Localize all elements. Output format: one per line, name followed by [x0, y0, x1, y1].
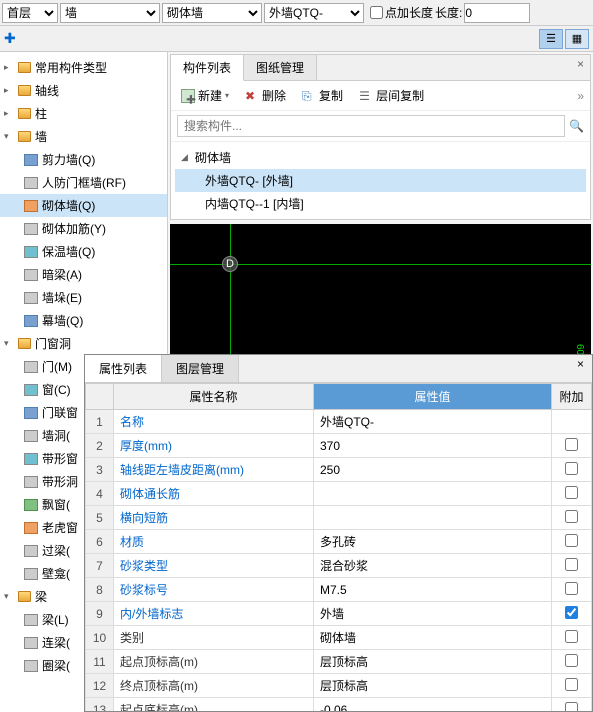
col-add: 附加 — [552, 384, 592, 410]
second-toolbar: ✚ ☰ ▦ — [0, 26, 593, 52]
more-icon[interactable]: » — [577, 89, 584, 103]
tree-item[interactable]: 剪力墙(Q) — [0, 148, 167, 171]
tree-item[interactable]: 暗梁(A) — [0, 263, 167, 286]
tab-properties[interactable]: 属性列表 — [85, 355, 162, 382]
property-row[interactable]: 13起点底标高(m)-0.06 — [86, 698, 592, 712]
property-row[interactable]: 11起点顶标高(m)层顶标高 — [86, 650, 592, 674]
property-row[interactable]: 12终点顶标高(m)层顶标高 — [86, 674, 592, 698]
tree-common-types[interactable]: ▸常用构件类型 — [0, 56, 167, 79]
property-row[interactable]: 5横向短筋 — [86, 506, 592, 530]
point-add-length[interactable]: 点加长度 — [370, 4, 433, 21]
component-list: ◢砌体墙 外墙QTQ- [外墙]内墙QTQ--1 [内墙] — [171, 142, 590, 219]
property-row[interactable]: 6材质多孔砖 — [86, 530, 592, 554]
search-input[interactable] — [177, 115, 565, 137]
add-checkbox[interactable] — [565, 438, 578, 451]
tree-item[interactable]: 砌体墙(Q) — [0, 194, 167, 217]
tree-item[interactable]: 墙垛(E) — [0, 286, 167, 309]
component-list-panel: 构件列表 图纸管理 × 新建▾ ✖删除 ⎘复制 ☰层间复制 » 🔍 ◢砌体墙 外… — [170, 54, 591, 220]
copy-button[interactable]: ⎘复制 — [298, 85, 347, 106]
add-checkbox[interactable] — [565, 654, 578, 667]
layer-copy-button[interactable]: ☰层间复制 — [355, 85, 428, 106]
property-panel: 属性列表 图层管理 × 属性名称 属性值 附加 1名称外墙QTQ-2厚度(mm)… — [84, 354, 593, 712]
property-row[interactable]: 7砂浆类型混合砂浆 — [86, 554, 592, 578]
point-add-label: 点加长度 — [385, 4, 433, 21]
length-input[interactable] — [464, 3, 530, 23]
property-row[interactable]: 1名称外墙QTQ- — [86, 410, 592, 434]
tree-wall[interactable]: ▾墙 — [0, 125, 167, 148]
add-checkbox[interactable] — [565, 558, 578, 571]
category2-select[interactable]: 砌体墙 — [162, 3, 262, 23]
length-label: 长度: — [435, 4, 462, 21]
property-row[interactable]: 3轴线距左墙皮距离(mm)250 — [86, 458, 592, 482]
top-toolbar: 首层 墙 砌体墙 外墙QTQ- 点加长度 长度: — [0, 0, 593, 26]
add-checkbox[interactable] — [565, 630, 578, 643]
view-grid-button[interactable]: ▦ — [565, 29, 589, 49]
tab-layer-manage[interactable]: 图层管理 — [162, 355, 239, 382]
property-row[interactable]: 2厚度(mm)370 — [86, 434, 592, 458]
col-name: 属性名称 — [114, 384, 314, 410]
close-icon[interactable]: × — [569, 355, 592, 382]
property-row[interactable]: 9内/外墙标志外墙 — [86, 602, 592, 626]
point-add-checkbox[interactable] — [370, 6, 383, 19]
close-icon[interactable]: × — [571, 55, 590, 80]
add-icon[interactable]: ✚ — [4, 30, 16, 47]
tree-axis[interactable]: ▸轴线 — [0, 79, 167, 102]
component-select[interactable]: 外墙QTQ- — [264, 3, 364, 23]
tree-column[interactable]: ▸柱 — [0, 102, 167, 125]
add-checkbox[interactable] — [565, 702, 578, 712]
new-button[interactable]: 新建▾ — [177, 85, 233, 106]
tree-door-window[interactable]: ▾门窗洞 — [0, 332, 167, 355]
tree-item[interactable]: 人防门框墙(RF) — [0, 171, 167, 194]
add-checkbox[interactable] — [565, 486, 578, 499]
add-checkbox[interactable] — [565, 582, 578, 595]
property-row[interactable]: 10类别砌体墙 — [86, 626, 592, 650]
add-checkbox[interactable] — [565, 678, 578, 691]
property-table: 属性名称 属性值 附加 1名称外墙QTQ-2厚度(mm)3703轴线距左墙皮距离… — [85, 383, 592, 711]
view-list-button[interactable]: ☰ — [539, 29, 563, 49]
tree-item[interactable]: 幕墙(Q) — [0, 309, 167, 332]
floor-select[interactable]: 首层 — [2, 3, 58, 23]
search-icon[interactable]: 🔍 — [569, 119, 584, 133]
tree-item[interactable]: 保温墙(Q) — [0, 240, 167, 263]
list-root[interactable]: ◢砌体墙 — [175, 146, 586, 169]
add-checkbox[interactable] — [565, 510, 578, 523]
tab-component-list[interactable]: 构件列表 — [171, 55, 244, 81]
axis-label-d: D — [222, 256, 238, 272]
category1-select[interactable]: 墙 — [60, 3, 160, 23]
property-row[interactable]: 8砂浆标号M7.5 — [86, 578, 592, 602]
delete-button[interactable]: ✖删除 — [241, 85, 290, 106]
col-value: 属性值 — [314, 384, 552, 410]
property-row[interactable]: 4砌体通长筋 — [86, 482, 592, 506]
add-checkbox[interactable] — [565, 606, 578, 619]
tab-drawing-manage[interactable]: 图纸管理 — [244, 55, 317, 80]
add-checkbox[interactable] — [565, 462, 578, 475]
add-checkbox[interactable] — [565, 534, 578, 547]
list-item[interactable]: 外墙QTQ- [外墙] — [175, 169, 586, 192]
tree-item[interactable]: 砌体加筋(Y) — [0, 217, 167, 240]
list-item[interactable]: 内墙QTQ--1 [内墙] — [175, 192, 586, 215]
